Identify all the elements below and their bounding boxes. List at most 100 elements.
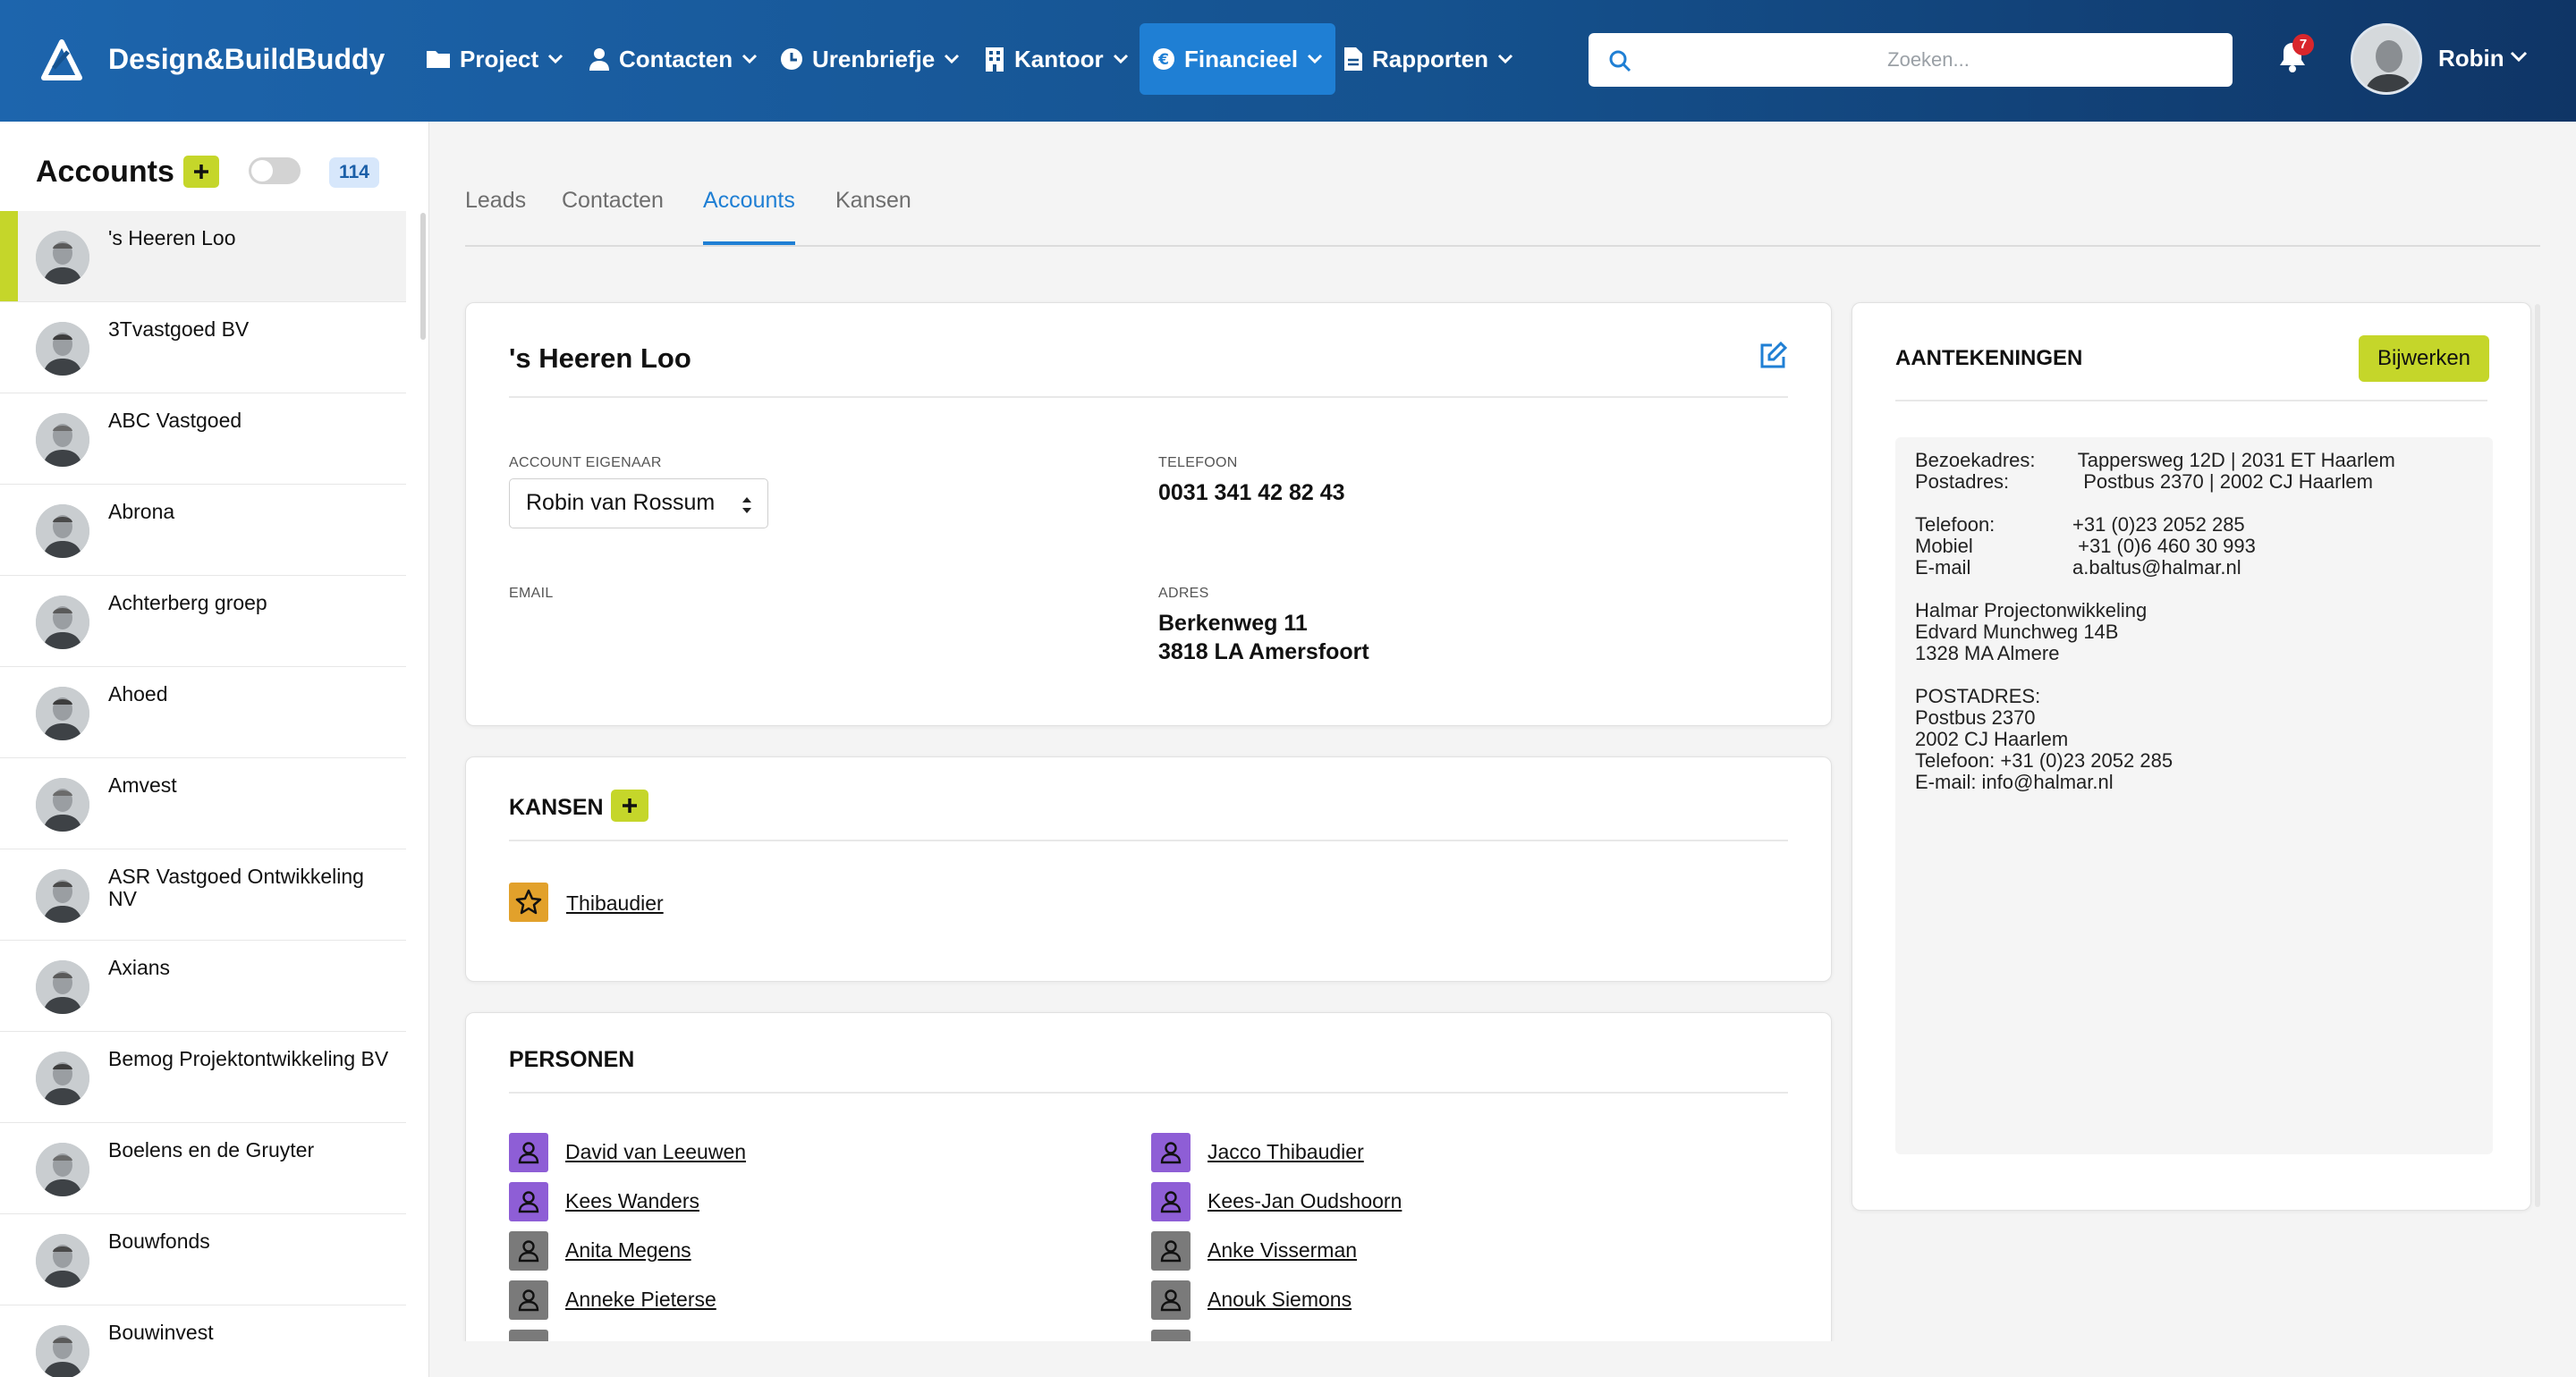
person-name[interactable]: Anita Megens bbox=[565, 1238, 691, 1263]
divider bbox=[509, 1092, 1788, 1094]
account-name: Bemog Projektontwikkeling BV bbox=[108, 1047, 389, 1070]
person-name[interactable]: Kees-Jan Oudshoorn bbox=[1208, 1189, 1402, 1213]
notes-line: Halmar Projectonwikkeling bbox=[1915, 599, 2148, 621]
euro-icon: € bbox=[1153, 48, 1174, 70]
person-icon bbox=[1151, 1133, 1191, 1172]
nav-label: Contacten bbox=[619, 45, 733, 72]
divider bbox=[509, 396, 1788, 398]
avatar bbox=[36, 869, 89, 923]
nav-financieel[interactable]: € Financieel bbox=[1140, 23, 1336, 95]
building-icon bbox=[986, 47, 1004, 72]
notes-value: +31 (0)6 460 30 993 bbox=[2072, 535, 2256, 557]
plus-icon bbox=[623, 798, 637, 813]
notes-line: Edvard Munchweg 14B bbox=[1915, 621, 2119, 643]
filter-toggle[interactable] bbox=[249, 157, 301, 184]
nav-rapporten[interactable]: Rapporten bbox=[1331, 23, 1526, 95]
person-name[interactable]: Anke Visserman bbox=[1208, 1238, 1357, 1263]
chevron-down-icon[interactable] bbox=[2510, 51, 2528, 63]
search-icon bbox=[1609, 50, 1631, 72]
notes-line: E-mail: info@halmar.nl bbox=[1915, 771, 2114, 793]
notes-line: Telefoon: +31 (0)23 2052 285 bbox=[1915, 749, 2174, 772]
list-item[interactable]: Boelens en de Gruyter bbox=[0, 1123, 406, 1214]
account-name: Bouwinvest bbox=[108, 1321, 214, 1344]
notes-value: a.baltus@halmar.nl bbox=[2072, 556, 2241, 579]
phone-value: 0031 341 42 82 43 bbox=[1158, 480, 1345, 505]
notes-value: Postbus 2370 | 2002 CJ Haarlem bbox=[2072, 470, 2373, 493]
list-item[interactable]: Abrona bbox=[0, 485, 406, 576]
person-name[interactable]: David van Leeuwen bbox=[565, 1140, 746, 1164]
list-item[interactable]: Axians bbox=[0, 941, 406, 1032]
list-item[interactable]: Bemog Projektontwikkeling BV bbox=[0, 1032, 406, 1123]
owner-select[interactable]: Robin van Rossum bbox=[509, 478, 768, 528]
document-icon bbox=[1344, 47, 1362, 71]
nav-contacten[interactable]: Contacten bbox=[576, 23, 770, 95]
clock-icon bbox=[781, 48, 802, 70]
list-item[interactable]: Bouwfonds bbox=[0, 1214, 406, 1305]
search-bar bbox=[1589, 33, 2233, 87]
nav-kantoor[interactable]: Kantoor bbox=[971, 23, 1141, 95]
list-item[interactable]: Amvest bbox=[0, 758, 406, 849]
account-name: Boelens en de Gruyter bbox=[108, 1138, 315, 1162]
avatar bbox=[36, 231, 89, 284]
email-label: EMAIL bbox=[509, 586, 554, 601]
person-icon bbox=[1151, 1182, 1191, 1221]
search-input[interactable] bbox=[1642, 33, 2215, 87]
chevron-down-icon bbox=[945, 54, 960, 64]
avatar bbox=[36, 960, 89, 1014]
list-item[interactable]: Achterberg groep bbox=[0, 576, 406, 667]
person-name[interactable]: Anouk Siemons bbox=[1208, 1288, 1352, 1312]
notes-textarea[interactable]: Bezoekadres: Tappersweg 12D | 2031 ET Ha… bbox=[1895, 437, 2493, 1154]
notes-line: POSTADRES: bbox=[1915, 685, 2041, 707]
person-name[interactable]: Anneke Pieterse bbox=[565, 1288, 716, 1312]
avatar bbox=[36, 504, 89, 558]
list-item[interactable]: ASR Vastgoed Ontwikkeling NV bbox=[0, 849, 406, 941]
person-name[interactable]: Jacco Thibaudier bbox=[1208, 1140, 1364, 1164]
account-list: 's Heeren Loo 3Tvastgoed BV ABC Vastgoed… bbox=[0, 211, 406, 1377]
tab-kansen[interactable]: Kansen bbox=[835, 188, 911, 245]
nav-urenbriefje[interactable]: Urenbriefje bbox=[767, 23, 972, 95]
list-item[interactable]: 3Tvastgoed BV bbox=[0, 302, 406, 393]
avatar bbox=[36, 1234, 89, 1288]
brand-name[interactable]: Design&BuildBuddy bbox=[108, 43, 385, 76]
user-avatar[interactable] bbox=[2351, 23, 2422, 95]
nav-project[interactable]: Project bbox=[413, 23, 576, 95]
brand-logo-icon[interactable] bbox=[41, 39, 82, 80]
folder-icon bbox=[427, 51, 450, 68]
account-name: ASR Vastgoed Ontwikkeling NV bbox=[108, 865, 364, 910]
person-icon bbox=[509, 1231, 548, 1271]
person-name[interactable]: Kees Wanders bbox=[565, 1189, 699, 1213]
address-label: ADRES bbox=[1158, 586, 1209, 601]
owner-label: ACCOUNT EIGENAAR bbox=[509, 455, 662, 470]
tab-contacten[interactable]: Contacten bbox=[562, 188, 664, 245]
tab-leads[interactable]: Leads bbox=[465, 188, 526, 245]
list-item[interactable]: ABC Vastgoed bbox=[0, 393, 406, 485]
chevron-down-icon bbox=[1113, 54, 1128, 64]
notes-title: AANTEKENINGEN bbox=[1895, 346, 2083, 370]
update-button[interactable]: Bijwerken bbox=[2359, 335, 2489, 382]
account-count-badge: 114 bbox=[329, 157, 379, 188]
notes-line: 1328 MA Almere bbox=[1915, 642, 2060, 664]
account-name: Ahoed bbox=[108, 682, 168, 705]
nav-label: Rapporten bbox=[1372, 45, 1488, 72]
kans-link[interactable]: Thibaudier bbox=[566, 891, 664, 916]
list-item[interactable]: Bouwinvest bbox=[0, 1305, 406, 1377]
chevron-down-icon bbox=[548, 54, 564, 64]
notes-value: Tappersweg 12D | 2031 ET Haarlem bbox=[2072, 449, 2395, 471]
list-item[interactable]: Ahoed bbox=[0, 667, 406, 758]
add-kans-button[interactable] bbox=[611, 790, 648, 822]
tab-accounts[interactable]: Accounts bbox=[703, 188, 795, 245]
add-account-button[interactable] bbox=[183, 156, 219, 188]
sidebar-scrollbar[interactable] bbox=[420, 213, 426, 340]
account-name: Bouwfonds bbox=[108, 1229, 210, 1253]
notes-key: Postadres: bbox=[1915, 470, 2010, 493]
avatar bbox=[36, 1143, 89, 1196]
nav-label: Project bbox=[460, 45, 539, 72]
page-bottom-edge bbox=[430, 1341, 2567, 1377]
phone-label: TELEFOON bbox=[1158, 455, 1238, 470]
user-name[interactable]: Robin bbox=[2438, 45, 2504, 72]
account-name: 3Tvastgoed BV bbox=[108, 317, 250, 341]
avatar bbox=[36, 322, 89, 376]
edit-icon[interactable] bbox=[1758, 341, 1788, 371]
notes-scrollbar[interactable] bbox=[2535, 304, 2540, 1207]
list-item[interactable]: 's Heeren Loo bbox=[0, 211, 406, 302]
